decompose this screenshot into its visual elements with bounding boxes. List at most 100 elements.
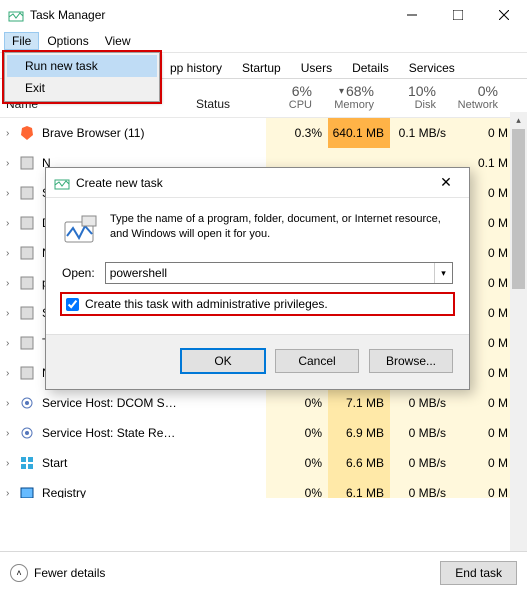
- table-row[interactable]: ›Start0%6.6 MB0 MB/s0 M: [0, 448, 527, 478]
- ok-button[interactable]: OK: [181, 349, 265, 373]
- col-status[interactable]: Status: [196, 97, 256, 111]
- table-row[interactable]: › Service Host: State Re… 0%6.9 MB0 MB/s0 …: [0, 418, 527, 448]
- menu-file[interactable]: File: [4, 32, 39, 50]
- col-network[interactable]: 0%Network: [442, 83, 504, 111]
- process-name: Service Host: DCOM S…: [42, 396, 218, 410]
- window-title: Task Manager: [30, 8, 389, 22]
- expand-icon[interactable]: ›: [6, 398, 18, 409]
- maximize-button[interactable]: [435, 0, 481, 30]
- open-label: Open:: [62, 266, 95, 280]
- network-cell: 0 M: [452, 388, 514, 418]
- table-row[interactable]: › Registry 0%6.1 MB0 MB/s0 M: [0, 478, 527, 498]
- open-combobox[interactable]: ▾: [105, 262, 453, 284]
- memory-cell: 6.1 MB: [328, 478, 390, 498]
- expand-icon[interactable]: ›: [6, 218, 18, 229]
- process-name: Service Host: State Re…: [42, 426, 218, 440]
- table-row[interactable]: › Service Host: DCOM S… 0%7.1 MB0 MB/s0 M: [0, 388, 527, 418]
- col-disk[interactable]: 10%Disk: [380, 83, 442, 111]
- disk-cell: 0 MB/s: [390, 448, 452, 478]
- tab-users[interactable]: Users: [291, 56, 342, 79]
- file-dropdown: Run new task Exit: [4, 52, 160, 102]
- process-icon: [18, 424, 36, 442]
- app-icon: [8, 7, 24, 23]
- expand-icon[interactable]: ›: [6, 368, 18, 379]
- cpu-cell: 0.3%: [266, 118, 328, 148]
- cpu-cell: 0%: [266, 418, 328, 448]
- fewer-details-button[interactable]: ˄ Fewer details: [10, 564, 105, 582]
- expand-icon[interactable]: ›: [6, 428, 18, 439]
- process-icon: [18, 334, 36, 352]
- network-cell: 0 M: [452, 418, 514, 448]
- network-cell: 0 M: [452, 478, 514, 498]
- expand-icon[interactable]: ›: [6, 338, 18, 349]
- process-icon: [18, 304, 36, 322]
- menu-item-exit[interactable]: Exit: [7, 77, 157, 99]
- col-cpu[interactable]: 6%CPU: [256, 83, 318, 111]
- process-icon: [18, 214, 36, 232]
- tab-services[interactable]: Services: [399, 56, 465, 79]
- sort-indicator-icon: ▾: [339, 86, 344, 97]
- process-icon: [18, 154, 36, 172]
- cancel-button[interactable]: Cancel: [275, 349, 359, 373]
- end-task-button[interactable]: End task: [440, 561, 517, 585]
- dialog-message: Type the name of a program, folder, docu…: [110, 212, 453, 248]
- create-new-task-dialog: Create new task ✕ Type the name of a pro…: [45, 167, 470, 390]
- menubar: File Options View: [0, 30, 527, 53]
- process-icon: [18, 364, 36, 382]
- memory-cell: 7.1 MB: [328, 388, 390, 418]
- table-row[interactable]: › Brave Browser (11) 0.3%640.1 MB0.1 MB/s0…: [0, 118, 527, 148]
- admin-checkbox-row[interactable]: Create this task with administrative pri…: [62, 294, 453, 314]
- process-icon: [18, 244, 36, 262]
- expand-icon[interactable]: ›: [6, 308, 18, 319]
- run-dialog-icon: [62, 212, 98, 248]
- process-icon: [18, 394, 36, 412]
- chevron-down-icon[interactable]: ▾: [434, 263, 452, 283]
- disk-cell: 0.1 MB/s: [390, 118, 452, 148]
- disk-cell: 0 MB/s: [390, 418, 452, 448]
- tab-startup[interactable]: Startup: [232, 56, 291, 79]
- disk-cell: 0 MB/s: [390, 388, 452, 418]
- expand-icon[interactable]: ›: [6, 128, 18, 139]
- tab-app-history[interactable]: pp history: [160, 56, 232, 79]
- disk-cell: 0 MB/s: [390, 478, 452, 498]
- expand-icon[interactable]: ›: [6, 278, 18, 289]
- memory-cell: 6.6 MB: [328, 448, 390, 478]
- process-icon: [18, 124, 36, 142]
- menu-options[interactable]: Options: [39, 32, 96, 50]
- tab-details[interactable]: Details: [342, 56, 399, 79]
- expand-icon[interactable]: ›: [6, 488, 18, 499]
- expand-icon[interactable]: ›: [6, 158, 18, 169]
- dialog-close-button[interactable]: ✕: [431, 174, 461, 191]
- scroll-thumb[interactable]: [512, 129, 525, 289]
- browse-button[interactable]: Browse...: [369, 349, 453, 373]
- process-icon: [18, 484, 36, 498]
- scroll-up-icon[interactable]: ▴: [510, 112, 527, 129]
- process-name: Brave Browser (11): [42, 126, 218, 140]
- expand-icon[interactable]: ›: [6, 458, 18, 469]
- chevron-up-icon: ˄: [10, 564, 28, 582]
- close-button[interactable]: [481, 0, 527, 30]
- expand-icon[interactable]: ›: [6, 248, 18, 259]
- process-name: Start: [42, 456, 218, 470]
- menu-item-run-new-task[interactable]: Run new task: [7, 55, 157, 77]
- footer: ˄ Fewer details End task: [0, 551, 527, 593]
- expand-icon[interactable]: ›: [6, 188, 18, 199]
- admin-checkbox[interactable]: [66, 298, 79, 311]
- cpu-cell: 0%: [266, 388, 328, 418]
- minimize-button[interactable]: [389, 0, 435, 30]
- network-cell: 0 M: [452, 448, 514, 478]
- vertical-scrollbar[interactable]: ▴: [510, 112, 527, 551]
- dialog-app-icon: [54, 175, 70, 191]
- cpu-cell: 0%: [266, 478, 328, 498]
- memory-cell: 640.1 MB: [328, 118, 390, 148]
- col-memory[interactable]: ▾68%Memory: [318, 83, 380, 111]
- menu-view[interactable]: View: [97, 32, 139, 50]
- process-name: Registry: [42, 486, 218, 498]
- open-input[interactable]: [106, 263, 434, 283]
- memory-cell: 6.9 MB: [328, 418, 390, 448]
- process-icon: [18, 274, 36, 292]
- network-cell: 0 M: [452, 118, 514, 148]
- admin-checkbox-label: Create this task with administrative pri…: [85, 297, 328, 311]
- fewer-details-label: Fewer details: [34, 566, 105, 580]
- process-icon: [18, 184, 36, 202]
